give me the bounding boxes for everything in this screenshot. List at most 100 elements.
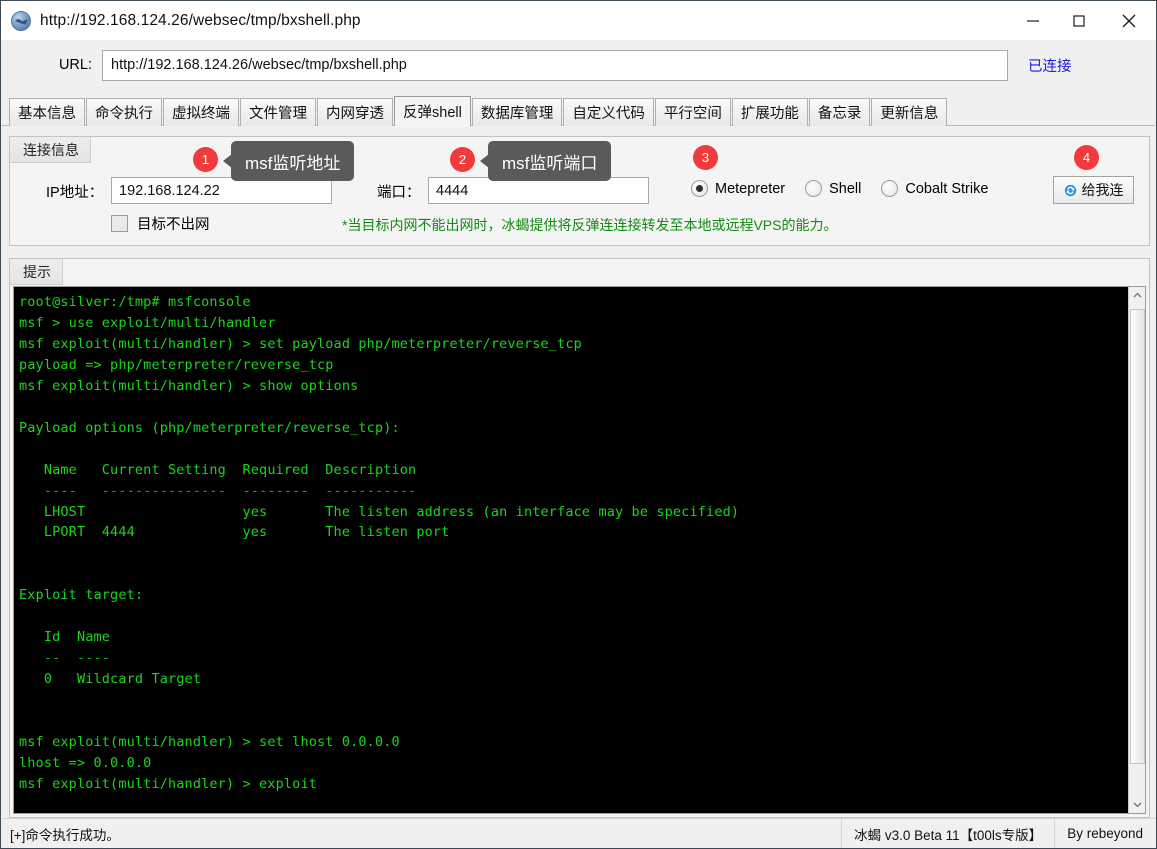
window-controls xyxy=(1010,1,1156,40)
tab-virtual-terminal[interactable]: 虚拟终端 xyxy=(163,98,239,126)
radio-cobalt-strike[interactable]: Cobalt Strike xyxy=(881,180,988,197)
tip-panel-title: 提示 xyxy=(10,259,63,285)
annotation-badge-1: 1 xyxy=(193,147,218,172)
tab-strip: 基本信息 命令执行 虚拟终端 文件管理 内网穿透 反弹shell 数据库管理 自… xyxy=(2,95,1155,127)
radio-circle-icon[interactable] xyxy=(881,180,899,197)
terminal-line: msf exploit(multi/handler) > exploit xyxy=(19,775,317,792)
terminal-line: msf > use exploit/multi/handler xyxy=(19,314,276,331)
url-label: URL: xyxy=(58,57,92,73)
tab-file-manager[interactable]: 文件管理 xyxy=(240,98,316,126)
ip-address-label: IP地址： xyxy=(46,185,104,201)
port-input[interactable] xyxy=(428,177,649,204)
scroll-up-icon[interactable] xyxy=(1129,287,1145,304)
annotation-tooltip-1: msf监听地址 xyxy=(222,141,355,181)
annotation-tooltip-2: msf监听端口 xyxy=(479,141,612,181)
tab-label: 文件管理 xyxy=(249,106,307,122)
tab-label: 备忘录 xyxy=(817,106,862,122)
terminal-line: msf exploit(multi/handler) > set lhost 0… xyxy=(19,734,400,751)
annotation-badge-4: 4 xyxy=(1074,145,1099,170)
tab-database-manager[interactable]: 数据库管理 xyxy=(471,98,563,126)
connect-button-label: 给我连 xyxy=(1081,182,1124,198)
tab-label: 内网穿透 xyxy=(326,106,384,122)
scrollbar-thumb[interactable] xyxy=(1130,309,1145,764)
connect-button[interactable]: 给我连 xyxy=(1053,176,1134,204)
radio-circle-icon[interactable] xyxy=(691,180,708,197)
terminal-text: root@silver:/tmp# msfconsole msf > use ex… xyxy=(19,292,1129,795)
terminal-line: -- ---- xyxy=(19,650,111,667)
terminal-line: lhost => 0.0.0.0 xyxy=(19,754,152,771)
tab-label: 数据库管理 xyxy=(480,106,554,122)
tab-label: 自定义代码 xyxy=(572,106,645,122)
terminal-line: msf exploit(multi/handler) > show option… xyxy=(19,377,359,394)
tab-label: 扩展功能 xyxy=(740,106,799,122)
intranet-note: *当目标内网不能出网时，冰蝎提供将反弹连连接转发至本地或远程VPS的能力。 xyxy=(342,217,838,233)
annotation-badge-3: 3 xyxy=(693,145,718,170)
globe-icon xyxy=(11,10,31,31)
tab-custom-code[interactable]: 自定义代码 xyxy=(563,98,654,126)
tab-reverse-shell[interactable]: 反弹shell xyxy=(394,96,471,127)
url-input[interactable] xyxy=(102,49,1008,81)
target-offline-checkbox-row[interactable]: 目标不出网 xyxy=(111,213,210,234)
terminal-line: LHOST yes The listen address (an interfa… xyxy=(19,503,740,520)
tab-intranet-tunnel[interactable]: 内网穿透 xyxy=(317,98,393,126)
close-button[interactable] xyxy=(1102,1,1156,40)
radio-shell[interactable]: Shell xyxy=(805,180,861,197)
target-offline-label: 目标不出网 xyxy=(137,217,210,233)
tab-extensions[interactable]: 扩展功能 xyxy=(731,98,808,126)
terminal-line: payload => php/meterpreter/reverse_tcp xyxy=(19,356,334,373)
radio-label: Shell xyxy=(829,180,862,197)
status-bar: [+]命令执行成功。 冰蝎 v3.0 Beta 11【t00ls专版】 By r… xyxy=(2,818,1155,848)
terminal-line: ---- --------------- -------- ----------… xyxy=(19,482,417,499)
status-message: [+]命令执行成功。 xyxy=(10,827,120,843)
status-right-group: 冰蝎 v3.0 Beta 11【t00ls专版】 By rebeyond xyxy=(841,818,1155,848)
payload-type-radio-group: Metepreter Shell Cobalt Strike xyxy=(691,180,1008,197)
connection-status: 已连接 xyxy=(1028,58,1072,75)
terminal-scrollbar[interactable] xyxy=(1128,287,1145,813)
minimize-button[interactable] xyxy=(1010,1,1056,40)
annotation-badge-2: 2 xyxy=(450,147,475,172)
scroll-down-icon[interactable] xyxy=(1129,796,1145,813)
url-bar: URL: 已连接 xyxy=(2,40,1155,90)
target-offline-checkbox[interactable] xyxy=(111,215,128,232)
tab-label: 反弹shell xyxy=(403,105,462,121)
window-title: http://192.168.124.26/websec/tmp/bxshell… xyxy=(40,11,361,29)
tab-memo[interactable]: 备忘录 xyxy=(808,98,871,126)
title-bar: http://192.168.124.26/websec/tmp/bxshell… xyxy=(1,1,1156,40)
connection-panel-title: 连接信息 xyxy=(10,137,91,163)
tab-command-exec[interactable]: 命令执行 xyxy=(86,98,162,126)
terminal-output[interactable]: root@silver:/tmp# msfconsole msf > use ex… xyxy=(13,286,1146,814)
sync-icon xyxy=(1064,184,1076,196)
tab-label: 基本信息 xyxy=(18,106,76,122)
maximize-button[interactable] xyxy=(1056,1,1102,40)
radio-label: Cobalt Strike xyxy=(905,180,989,197)
terminal-line: Payload options (php/meterpreter/reverse… xyxy=(19,419,400,436)
status-author: By rebeyond xyxy=(1054,818,1155,848)
tab-label: 更新信息 xyxy=(880,106,939,122)
terminal-line: Exploit target: xyxy=(19,587,144,604)
port-label: 端口： xyxy=(377,185,421,201)
tab-label: 虚拟终端 xyxy=(172,106,230,122)
terminal-line: LPORT 4444 yes The listen port xyxy=(19,524,450,541)
terminal-line: Name Current Setting Required Descriptio… xyxy=(19,461,417,478)
radio-meterpreter[interactable]: Metepreter xyxy=(691,180,785,197)
tab-label: 命令执行 xyxy=(95,106,153,122)
terminal-line: root@silver:/tmp# msfconsole xyxy=(19,294,251,310)
terminal-line: msf exploit(multi/handler) > set payload… xyxy=(19,335,582,352)
tab-update-info[interactable]: 更新信息 xyxy=(871,98,948,126)
tab-basic-info[interactable]: 基本信息 xyxy=(9,98,85,126)
application-window: http://192.168.124.26/websec/tmp/bxshell… xyxy=(0,0,1157,849)
terminal-line: 0 Wildcard Target xyxy=(19,671,202,688)
radio-circle-icon[interactable] xyxy=(805,180,823,197)
tab-label: 平行空间 xyxy=(663,106,722,122)
radio-label: Metepreter xyxy=(715,180,786,197)
ip-address-input[interactable] xyxy=(111,177,332,204)
tab-parallel-space[interactable]: 平行空间 xyxy=(654,98,731,126)
terminal-line: Id Name xyxy=(19,629,111,646)
